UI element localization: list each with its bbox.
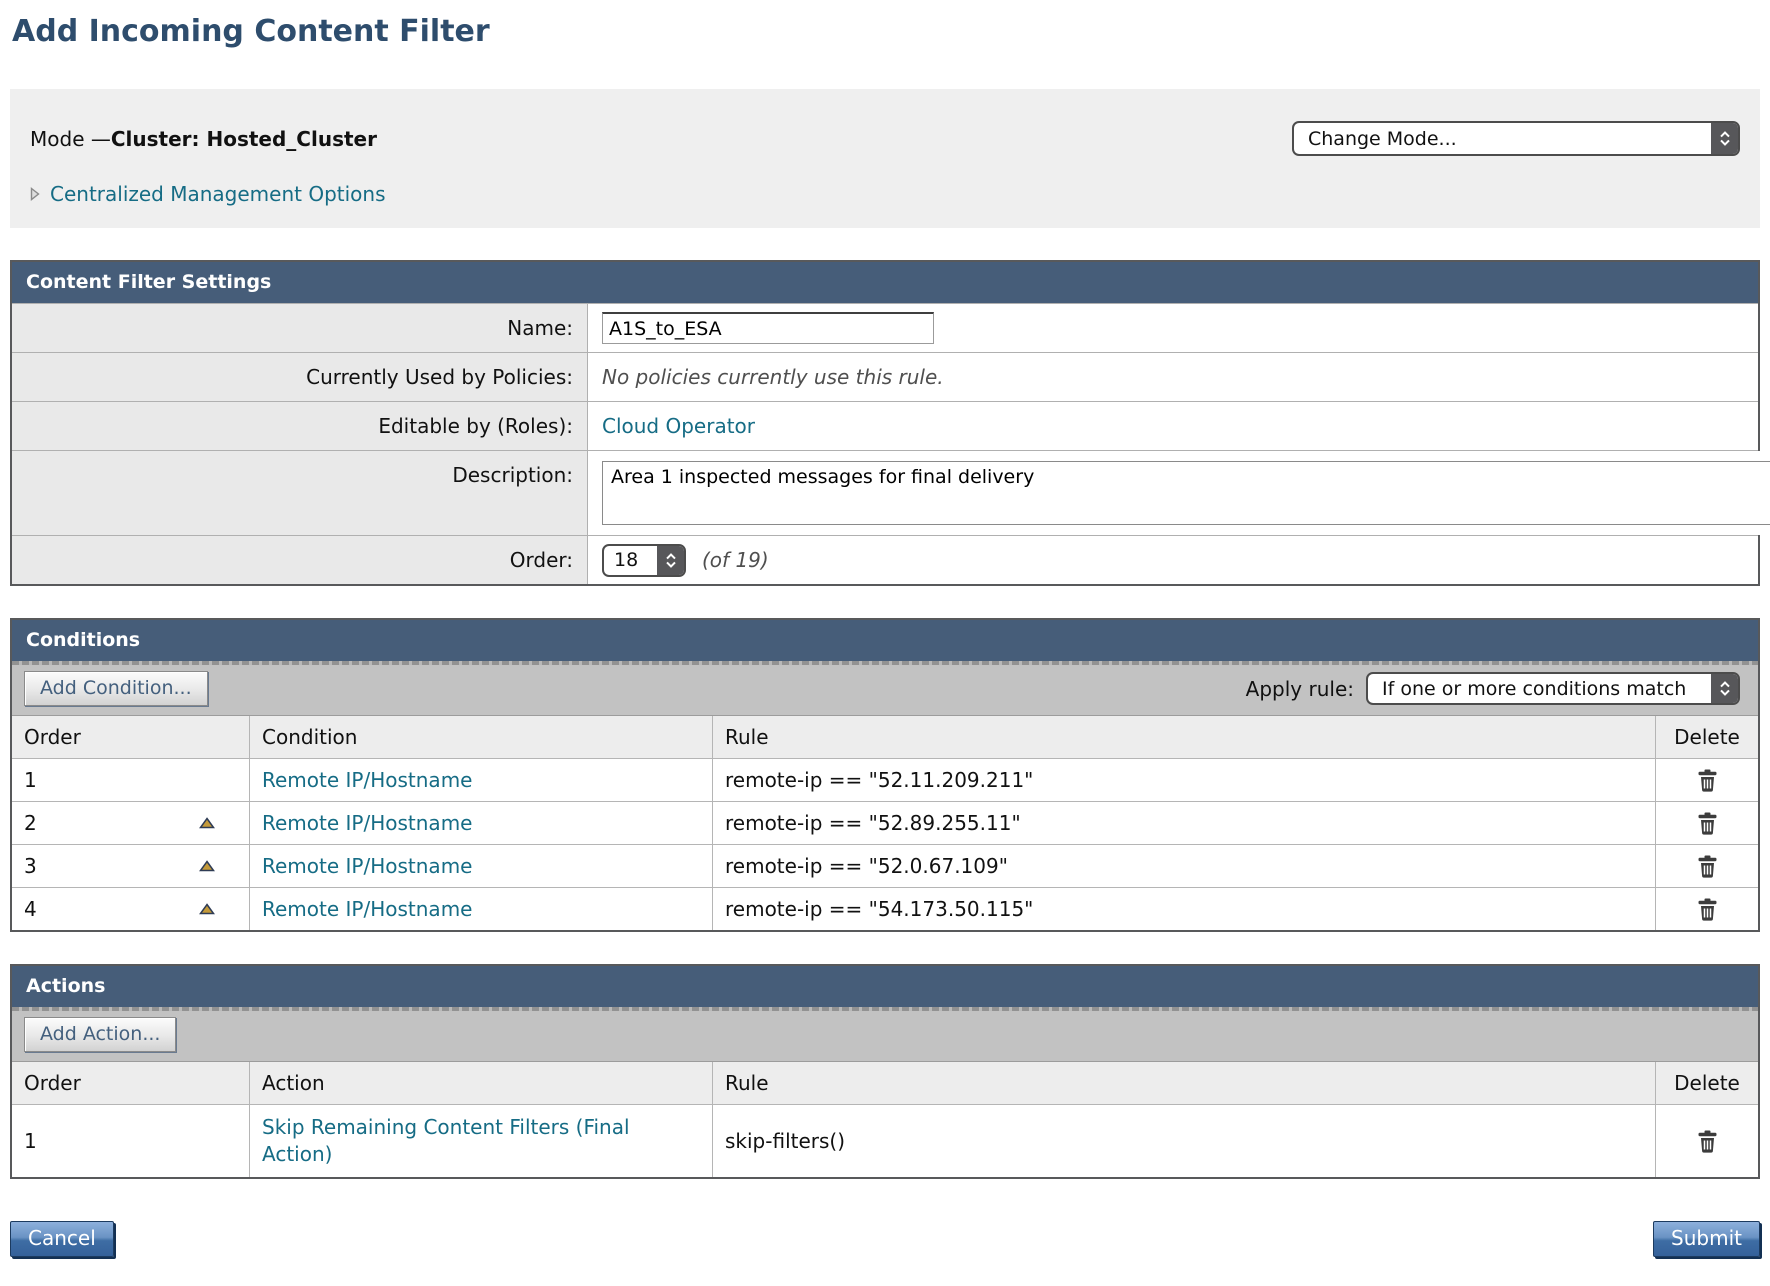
content-filter-settings-header: Content Filter Settings: [12, 262, 1758, 303]
apply-rule-label: Apply rule:: [1246, 677, 1354, 701]
centralized-management-options-link[interactable]: Centralized Management Options: [50, 182, 386, 206]
add-action-button[interactable]: Add Action...: [24, 1017, 176, 1052]
condition-order: 4: [24, 897, 37, 921]
condition-rule: remote-ip == "52.89.255.11": [725, 811, 1021, 835]
condition-order: 2: [24, 811, 37, 835]
description-textarea[interactable]: Area 1 inspected messages for final deli…: [602, 461, 1770, 525]
condition-order: 1: [24, 768, 37, 792]
condition-row: 3 Remote IP/Hostname remote-ip == "52.0.…: [12, 844, 1758, 887]
policies-value: No policies currently use this rule.: [602, 365, 944, 389]
policies-row: Currently Used by Policies: No policies …: [12, 352, 1758, 401]
move-up-icon: [199, 903, 215, 915]
order-select-value: 18: [604, 546, 657, 575]
description-row: Description: Area 1 inspected messages f…: [12, 450, 1758, 535]
trash-icon: [1697, 1130, 1718, 1153]
footer: Cancel Submit: [10, 1221, 1760, 1257]
column-header-order: Order: [12, 1062, 250, 1104]
conditions-panel: Conditions Add Condition... Apply rule: …: [10, 618, 1760, 932]
condition-row: 2 Remote IP/Hostname remote-ip == "52.89…: [12, 801, 1758, 844]
select-stepper-icon: [1711, 123, 1738, 154]
policies-label: Currently Used by Policies:: [12, 353, 588, 401]
column-header-rule: Rule: [713, 716, 1656, 758]
page-title: Add Incoming Content Filter: [12, 14, 1760, 49]
action-row: 1 Skip Remaining Content Filters (Final …: [12, 1104, 1758, 1177]
action-link[interactable]: Skip Remaining Content Filters (Final Ac…: [262, 1114, 667, 1168]
condition-row: 1 Remote IP/Hostname remote-ip == "52.11…: [12, 758, 1758, 801]
mode-text: Mode —Cluster: Hosted_Cluster: [30, 127, 377, 151]
condition-order: 3: [24, 854, 37, 878]
editable-roles-label: Editable by (Roles):: [12, 402, 588, 450]
apply-rule-select[interactable]: If one or more conditions match: [1366, 672, 1740, 705]
cloud-operator-link[interactable]: Cloud Operator: [602, 414, 755, 438]
change-mode-select-value: Change Mode...: [1294, 123, 1711, 154]
move-up-icon: [199, 817, 215, 829]
disclosure-triangle-icon: [30, 187, 40, 201]
condition-row: 4 Remote IP/Hostname remote-ip == "54.17…: [12, 887, 1758, 930]
editable-row: Editable by (Roles): Cloud Operator: [12, 401, 1758, 450]
order-row: Order: 18 (of 19): [12, 535, 1758, 584]
column-header-action: Action: [250, 1062, 713, 1104]
move-up-icon: [199, 860, 215, 872]
actions-toolbar: Add Action...: [12, 1007, 1758, 1062]
conditions-header: Conditions: [12, 620, 1758, 661]
select-stepper-icon: [1711, 674, 1738, 703]
actions-table-header: Order Action Rule Delete: [12, 1062, 1758, 1104]
name-label: Name:: [12, 304, 588, 352]
mode-value: Cluster: Hosted_Cluster: [111, 127, 377, 151]
page: Add Incoming Content Filter Mode —Cluste…: [0, 0, 1770, 1277]
name-row: Name:: [12, 303, 1758, 352]
add-condition-button[interactable]: Add Condition...: [24, 671, 208, 706]
condition-rule: remote-ip == "52.11.209.211": [725, 768, 1033, 792]
move-up-button[interactable]: [199, 903, 215, 915]
column-header-rule: Rule: [713, 1062, 1656, 1104]
action-order: 1: [24, 1129, 37, 1153]
submit-button[interactable]: Submit: [1653, 1221, 1760, 1257]
trash-icon: [1697, 769, 1718, 792]
delete-condition-button[interactable]: [1697, 855, 1718, 878]
action-rule: skip-filters(): [725, 1129, 845, 1153]
column-header-order: Order: [12, 716, 250, 758]
actions-header: Actions: [12, 966, 1758, 1007]
actions-panel: Actions Add Action... Order Action Rule …: [10, 964, 1760, 1179]
delete-condition-button[interactable]: [1697, 898, 1718, 921]
delete-action-button[interactable]: [1697, 1130, 1718, 1153]
column-header-delete: Delete: [1656, 716, 1758, 758]
cancel-button[interactable]: Cancel: [10, 1221, 114, 1257]
order-select[interactable]: 18: [602, 544, 686, 577]
content-filter-settings-panel: Content Filter Settings Name: Currently …: [10, 260, 1760, 586]
delete-condition-button[interactable]: [1697, 769, 1718, 792]
move-up-button[interactable]: [199, 860, 215, 872]
delete-condition-button[interactable]: [1697, 812, 1718, 835]
condition-link[interactable]: Remote IP/Hostname: [262, 897, 472, 921]
mode-box: Mode —Cluster: Hosted_Cluster Change Mod…: [10, 89, 1760, 228]
trash-icon: [1697, 812, 1718, 835]
change-mode-select[interactable]: Change Mode...: [1292, 121, 1740, 156]
condition-link[interactable]: Remote IP/Hostname: [262, 854, 472, 878]
trash-icon: [1697, 898, 1718, 921]
move-up-button[interactable]: [199, 817, 215, 829]
mode-label: Mode —: [30, 127, 111, 151]
description-label: Description:: [12, 451, 588, 535]
column-header-condition: Condition: [250, 716, 713, 758]
condition-link[interactable]: Remote IP/Hostname: [262, 811, 472, 835]
conditions-toolbar: Add Condition... Apply rule: If one or m…: [12, 661, 1758, 716]
trash-icon: [1697, 855, 1718, 878]
condition-rule: remote-ip == "52.0.67.109": [725, 854, 1008, 878]
name-input[interactable]: [602, 312, 934, 344]
conditions-table-header: Order Condition Rule Delete: [12, 716, 1758, 758]
order-label: Order:: [12, 536, 588, 584]
condition-link[interactable]: Remote IP/Hostname: [262, 768, 472, 792]
order-of-text: (of 19): [702, 548, 769, 572]
condition-rule: remote-ip == "54.173.50.115": [725, 897, 1033, 921]
column-header-delete: Delete: [1656, 1062, 1758, 1104]
apply-rule-select-value: If one or more conditions match: [1368, 674, 1711, 703]
select-stepper-icon: [657, 546, 684, 575]
